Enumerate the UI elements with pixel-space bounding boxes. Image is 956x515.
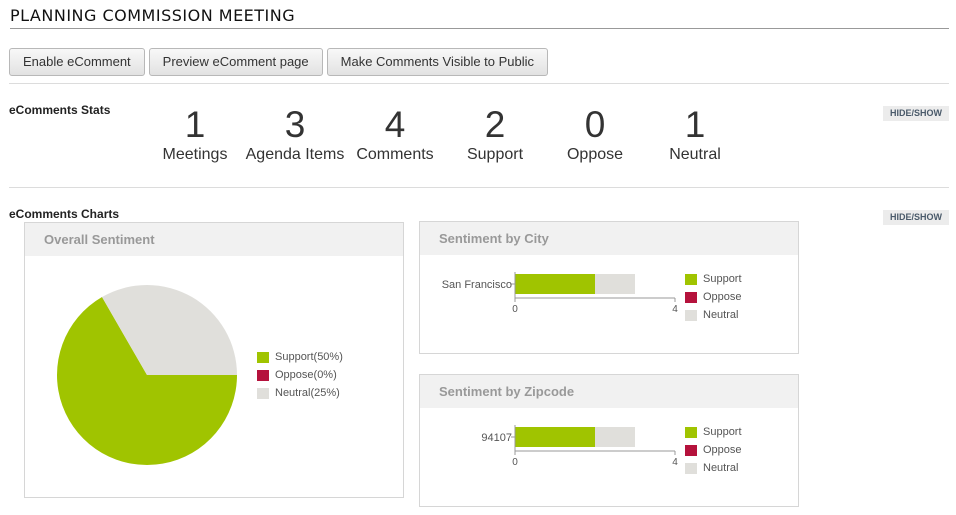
oppose-swatch [685, 291, 697, 303]
legend-item-oppose: Oppose(0%) [257, 366, 343, 384]
stat-value: 0 [584, 104, 606, 145]
zipcode-bar-neutral [595, 427, 635, 447]
legend-label: Support [703, 273, 742, 285]
legend-item-support: Support [685, 423, 742, 441]
legend-item-support: Support [685, 270, 742, 288]
divider [9, 83, 949, 84]
zipcode-category-label: 94107 [481, 432, 512, 444]
legend-label: Oppose [703, 291, 742, 303]
pie-group [57, 285, 237, 466]
legend-item-neutral: Neutral(25%) [257, 384, 343, 402]
city-x-tick-label: 0 [512, 304, 518, 315]
overall-sentiment-title: Overall Sentiment [25, 223, 403, 256]
enable-ecomment-button[interactable]: Enable eComment [9, 48, 145, 76]
stat-agenda-items: 3 Agenda Items [240, 104, 350, 164]
zipcode-bar-chart: 94107 0 4 [481, 425, 678, 468]
stat-label: Oppose [566, 146, 624, 163]
stat-value: 3 [284, 104, 306, 145]
zipcode-bar-group: 94107 0 4 [481, 425, 678, 468]
sentiment-by-city-panel: Sentiment by City San Francisco 0 4 Suppor… [419, 221, 799, 354]
legend-label: Oppose [703, 444, 742, 456]
city-bar-group: San Francisco 0 4 [442, 272, 678, 315]
neutral-swatch [257, 387, 269, 399]
make-comments-visible-button[interactable]: Make Comments Visible to Public [326, 48, 549, 76]
city-category-label: San Francisco [442, 279, 512, 291]
stat-comments: 4 Comments [340, 104, 450, 164]
stat-value: 1 [184, 104, 206, 145]
preview-ecomment-button[interactable]: Preview eComment page [148, 48, 323, 76]
neutral-swatch [685, 309, 697, 321]
stat-label: Comments [356, 146, 434, 163]
zipcode-x-tick-label: 0 [512, 457, 518, 468]
legend-item-oppose: Oppose [685, 288, 742, 306]
charts-hide-show-button[interactable]: HIDE/SHOW [883, 210, 949, 225]
stat-label: Neutral [669, 146, 721, 163]
sentiment-by-city-title: Sentiment by City [420, 222, 798, 255]
toolbar: Enable eComment Preview eComment page Ma… [9, 48, 549, 76]
stat-value: 4 [384, 104, 406, 145]
stats-section-title: eComments Stats [9, 103, 111, 117]
neutral-swatch [685, 462, 697, 474]
legend-label: Neutral(25%) [275, 387, 340, 399]
zipcode-legend: Support Oppose Neutral [685, 423, 742, 477]
city-bar-support [515, 274, 595, 294]
legend-label: Support(50%) [275, 351, 343, 363]
stat-label: Meetings [162, 146, 228, 163]
zipcode-bar-support [515, 427, 595, 447]
zipcode-x-tick-label: 4 [672, 457, 678, 468]
stat-support: 2 Support [440, 104, 550, 164]
legend-item-neutral: Neutral [685, 459, 742, 477]
overall-sentiment-panel: Overall Sentiment Support(50%) Oppose(0%… [24, 222, 404, 498]
city-x-tick-label: 4 [672, 304, 678, 315]
page-title: PLANNING COMMISSION MEETING [10, 6, 949, 29]
legend-label: Neutral [703, 462, 739, 474]
stat-label: Support [466, 146, 524, 163]
sentiment-by-zipcode-title: Sentiment by Zipcode [420, 375, 798, 408]
stat-value: 1 [684, 104, 706, 145]
city-legend: Support Oppose Neutral [685, 270, 742, 324]
stat-oppose: 0 Oppose [540, 104, 650, 164]
legend-label: Oppose(0%) [275, 369, 337, 381]
overall-sentiment-pie [57, 285, 237, 466]
legend-item-neutral: Neutral [685, 306, 742, 324]
oppose-swatch [257, 369, 269, 381]
sentiment-by-zipcode-panel: Sentiment by Zipcode 94107 0 4 Support Opp… [419, 374, 799, 507]
support-swatch [685, 426, 697, 438]
stat-neutral: 1 Neutral [640, 104, 750, 164]
stat-meetings: 1 Meetings [140, 104, 250, 164]
oppose-swatch [685, 444, 697, 456]
legend-label: Neutral [703, 309, 739, 321]
stats-hide-show-button[interactable]: HIDE/SHOW [883, 106, 949, 121]
charts-section-title: eComments Charts [9, 207, 120, 221]
legend-item-oppose: Oppose [685, 441, 742, 459]
city-bar-chart: San Francisco 0 4 [442, 272, 678, 315]
divider [9, 187, 949, 188]
stat-label: Agenda Items [245, 146, 345, 163]
legend-label: Support [703, 426, 742, 438]
support-swatch [257, 351, 269, 363]
legend-item-support: Support(50%) [257, 348, 343, 366]
support-swatch [685, 273, 697, 285]
city-bar-neutral [595, 274, 635, 294]
stat-value: 2 [484, 104, 506, 145]
overall-legend: Support(50%) Oppose(0%) Neutral(25%) [257, 348, 343, 402]
